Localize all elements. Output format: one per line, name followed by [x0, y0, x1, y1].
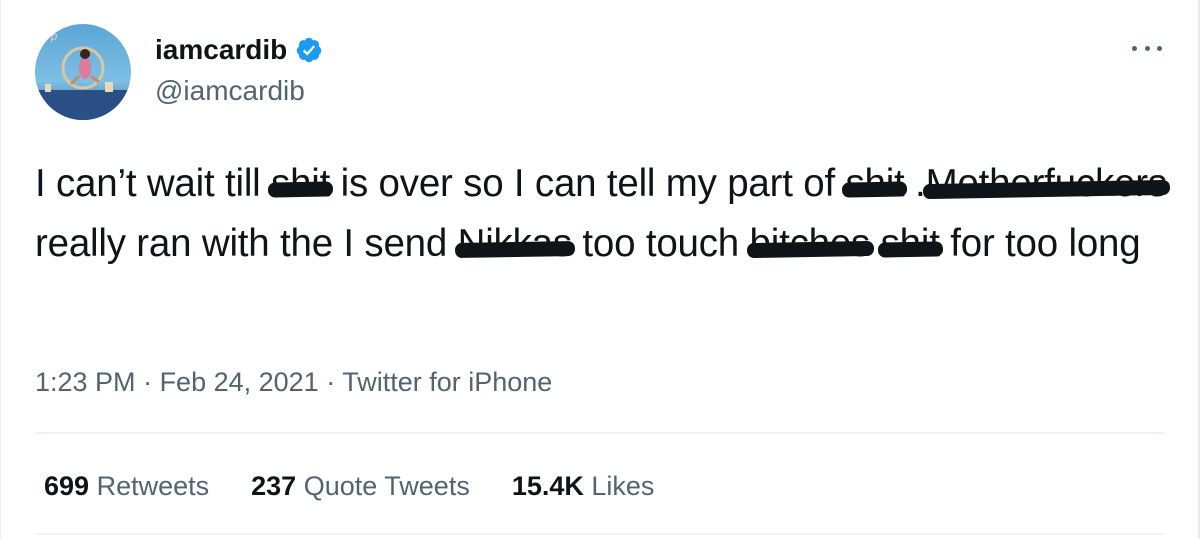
quote-tweets-count: 237 [251, 471, 297, 501]
redacted-word: Nikkas [458, 214, 573, 274]
tweet-time: 1:23 PM [35, 367, 136, 397]
redacted-word: bitches [750, 214, 871, 274]
redacted-word: shit [845, 154, 904, 214]
retweets-count: 699 [44, 471, 90, 501]
meta-separator: · [135, 367, 160, 397]
divider [35, 432, 1165, 434]
tweet-metadata: 1:23 PM · Feb 24, 2021 · Twitter for iPh… [35, 364, 552, 400]
more-options-icon[interactable] [1132, 36, 1162, 60]
likes-count: 15.4K [511, 471, 584, 501]
tweet-text-segment: . [904, 162, 926, 205]
tweet-timestamp-link[interactable]: 1:23 PM · Feb 24, 2021 [35, 367, 319, 397]
more-dot [1144, 45, 1150, 51]
divider [35, 533, 1165, 535]
tweet-date: Feb 24, 2021 [159, 367, 319, 397]
more-dot [1132, 45, 1137, 51]
tweet-stats: 699 Retweets 237 Quote Tweets 15.4K Like… [44, 468, 654, 504]
quote-tweets-label: Quote Tweets [303, 471, 470, 501]
tweet-text-segment: for too long [939, 222, 1141, 265]
avatar-image: Up [35, 24, 131, 120]
retweets-stat[interactable]: 699 Retweets [44, 468, 209, 504]
tweet-text-segment: too touch [571, 222, 750, 265]
display-name: iamcardib [155, 34, 288, 65]
profile-avatar[interactable]: Up [35, 24, 131, 120]
tweet-text-segment: is over so I can tell my part of [330, 162, 846, 205]
more-dot [1157, 45, 1162, 51]
redacted-word: Motherfuckers [926, 154, 1168, 214]
meta-separator: · [318, 367, 343, 397]
tweet-text-segment: I can’t wait till [35, 162, 272, 205]
tweet-body: I can’t wait till shit is over so I can … [35, 154, 1175, 274]
author-handle[interactable]: @iamcardib [155, 74, 305, 108]
tweet-card: Up iamcardib @iamcardib I can’t wait til… [0, 0, 1200, 539]
author-name-row[interactable]: iamcardib [155, 33, 323, 67]
tweet-text-segment: really ran with the I send [35, 222, 458, 265]
likes-stat[interactable]: 15.4K Likes [512, 468, 655, 504]
quote-tweets-stat[interactable]: 237 Quote Tweets [251, 468, 470, 504]
svg-text:Up: Up [41, 30, 57, 43]
verified-badge-icon [295, 36, 323, 64]
retweets-label: Retweets [96, 471, 210, 501]
redacted-word: shit [881, 214, 940, 274]
tweet-source-link[interactable]: Twitter for iPhone [342, 367, 552, 397]
redacted-word: shit [271, 154, 330, 214]
likes-label: Likes [591, 471, 655, 501]
